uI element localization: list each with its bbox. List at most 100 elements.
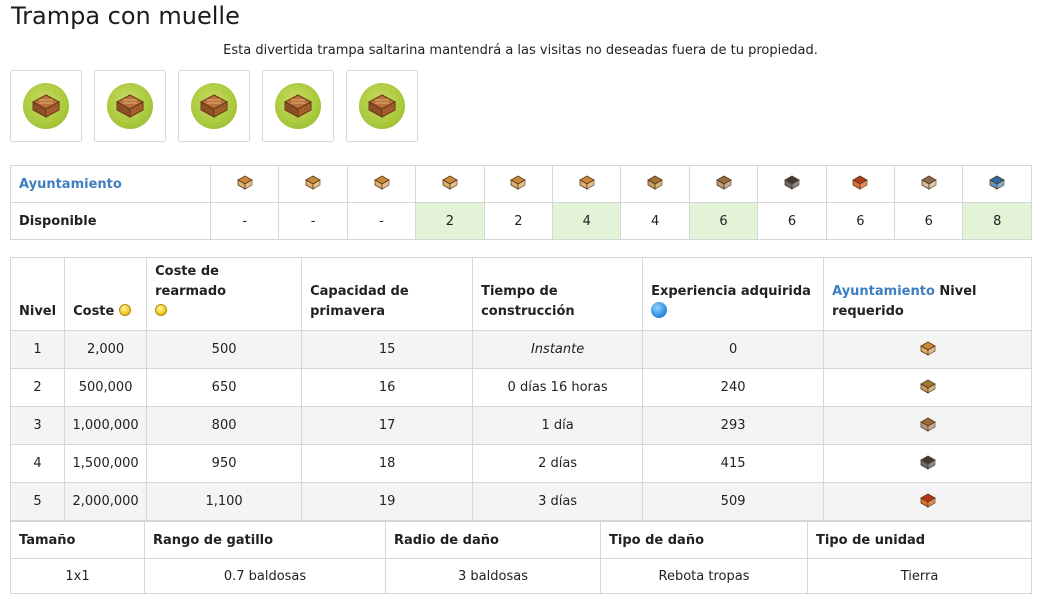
town-hall-row-header[interactable]: Ayuntamiento bbox=[10, 165, 211, 203]
spring-trap-icon bbox=[191, 83, 237, 129]
spring-trap-icon bbox=[275, 83, 321, 129]
available-count: 6 bbox=[757, 202, 827, 240]
value-damage-radius: 3 baldosas bbox=[385, 558, 601, 594]
town-hall-2-icon[interactable] bbox=[305, 174, 321, 194]
town-hall-9-icon[interactable] bbox=[784, 174, 800, 194]
cell-cost: 2,000,000 bbox=[64, 482, 148, 521]
table-row: 2 500,000 650 16 0 días 16 horas 240 bbox=[9, 368, 1032, 407]
cell-required-th bbox=[823, 330, 1032, 369]
image-gallery bbox=[10, 70, 418, 142]
available-row: Disponible - - - 2 2 4 4 6 6 6 6 8 bbox=[10, 202, 1032, 240]
town-hall-5-icon[interactable] bbox=[510, 174, 527, 194]
header-cost-label: Coste bbox=[73, 304, 115, 319]
gallery-thumbnail-1[interactable] bbox=[10, 70, 82, 142]
cell-xp: 509 bbox=[642, 482, 825, 521]
th-cell bbox=[688, 165, 759, 203]
table-row: 4 1,500,000 950 18 2 días 415 bbox=[9, 444, 1032, 483]
available-count: 2 bbox=[415, 202, 485, 240]
town-hall-link[interactable]: Ayuntamiento bbox=[19, 177, 122, 192]
header-required-town-hall: Ayuntamiento Nivel requerido bbox=[823, 257, 1032, 331]
town-hall-1-icon[interactable] bbox=[236, 174, 253, 194]
experience-star-icon bbox=[651, 302, 668, 318]
cell-time: 3 días bbox=[472, 482, 644, 521]
gallery-thumbnail-5[interactable] bbox=[346, 70, 418, 142]
town-hall-3-icon[interactable] bbox=[373, 174, 390, 194]
cell-xp: 293 bbox=[642, 406, 825, 445]
cell-rearm: 500 bbox=[146, 330, 303, 369]
table-row: 3 1,000,000 800 17 1 día 293 bbox=[9, 406, 1032, 445]
town-hall-availability-table: Ayuntamiento Disponible - - - 2 2 4 4 6 … bbox=[10, 165, 1032, 240]
header-experience: Experiencia adquirida bbox=[642, 257, 825, 331]
cell-xp: 0 bbox=[642, 330, 825, 369]
town-hall-7-icon[interactable] bbox=[919, 378, 936, 398]
town-hall-10-icon[interactable] bbox=[919, 492, 936, 512]
town-hall-12-icon[interactable] bbox=[989, 174, 1006, 194]
header-damage-radius: Radio de daño bbox=[385, 521, 601, 559]
gold-coin-icon bbox=[155, 304, 168, 316]
town-hall-8-icon[interactable] bbox=[715, 174, 732, 194]
value-trigger-range: 0.7 baldosas bbox=[144, 558, 386, 594]
th-cell bbox=[415, 165, 485, 203]
available-count: 6 bbox=[688, 202, 759, 240]
stats-table: Tamaño Rango de gatillo Radio de daño Ti… bbox=[10, 521, 1032, 594]
available-count: - bbox=[346, 202, 417, 240]
available-count: 4 bbox=[552, 202, 622, 240]
stats-value-row: 1x1 0.7 baldosas 3 baldosas Rebota tropa… bbox=[10, 558, 1032, 594]
cell-capacity: 19 bbox=[301, 482, 474, 521]
town-hall-4-icon[interactable] bbox=[442, 174, 458, 194]
available-row-header: Disponible bbox=[10, 202, 211, 240]
levels-table: Nivel Coste Coste de rearmado Capacidad … bbox=[9, 257, 1032, 521]
town-hall-7-icon[interactable] bbox=[647, 174, 663, 194]
th-cell bbox=[278, 165, 348, 203]
available-count: - bbox=[278, 202, 348, 240]
cell-level: 5 bbox=[9, 482, 66, 521]
available-count: - bbox=[209, 202, 280, 240]
spring-trap-icon bbox=[23, 83, 69, 129]
gallery-thumbnail-4[interactable] bbox=[262, 70, 334, 142]
cell-xp: 415 bbox=[642, 444, 825, 483]
town-hall-6-icon[interactable] bbox=[578, 174, 595, 194]
header-level: Nivel bbox=[9, 257, 66, 331]
available-count: 6 bbox=[825, 202, 896, 240]
header-rearm-label: Coste de rearmado bbox=[155, 264, 227, 299]
header-build-time: Tiempo de construcción bbox=[472, 257, 644, 331]
gallery-thumbnail-3[interactable] bbox=[178, 70, 250, 142]
header-trigger-range: Rango de gatillo bbox=[144, 521, 386, 559]
header-unit-type: Tipo de unidad bbox=[807, 521, 1032, 559]
th-cell bbox=[346, 165, 417, 203]
stats-header-row: Tamaño Rango de gatillo Radio de daño Ti… bbox=[10, 521, 1032, 559]
page-description: Esta divertida trampa saltarina mantendr… bbox=[223, 43, 818, 58]
cell-required-th bbox=[823, 406, 1032, 445]
town-hall-link[interactable]: Ayuntamiento bbox=[832, 284, 935, 299]
cell-level: 4 bbox=[9, 444, 66, 483]
spring-trap-icon bbox=[359, 83, 405, 129]
page-title: Trampa con muelle bbox=[11, 2, 240, 30]
cell-time: 0 días 16 horas bbox=[472, 368, 644, 407]
gallery-thumbnail-2[interactable] bbox=[94, 70, 166, 142]
cell-rearm: 1,100 bbox=[146, 482, 303, 521]
town-hall-10-icon[interactable] bbox=[852, 174, 869, 194]
header-cost: Coste bbox=[64, 257, 148, 331]
town-hall-4-icon[interactable] bbox=[919, 340, 936, 360]
cell-capacity: 17 bbox=[301, 406, 474, 445]
cell-rearm: 800 bbox=[146, 406, 303, 445]
town-hall-8-icon[interactable] bbox=[919, 416, 936, 436]
cell-cost: 500,000 bbox=[64, 368, 148, 407]
header-rearm-cost: Coste de rearmado bbox=[146, 257, 303, 331]
cell-capacity: 15 bbox=[301, 330, 474, 369]
town-hall-row: Ayuntamiento bbox=[10, 165, 1032, 203]
th-cell bbox=[620, 165, 690, 203]
table-row: 1 2,000 500 15 Instante 0 bbox=[9, 330, 1032, 369]
value-damage-type: Rebota tropas bbox=[600, 558, 808, 594]
cell-level: 1 bbox=[9, 330, 66, 369]
value-size: 1x1 bbox=[10, 558, 145, 594]
town-hall-11-icon[interactable] bbox=[920, 174, 937, 194]
town-hall-9-icon[interactable] bbox=[919, 454, 936, 474]
cell-cost: 2,000 bbox=[64, 330, 148, 369]
th-cell bbox=[757, 165, 827, 203]
cell-required-th bbox=[823, 368, 1032, 407]
cell-cost: 1,500,000 bbox=[64, 444, 148, 483]
cell-time: 1 día bbox=[472, 406, 644, 445]
th-cell bbox=[483, 165, 554, 203]
th-cell bbox=[962, 165, 1032, 203]
